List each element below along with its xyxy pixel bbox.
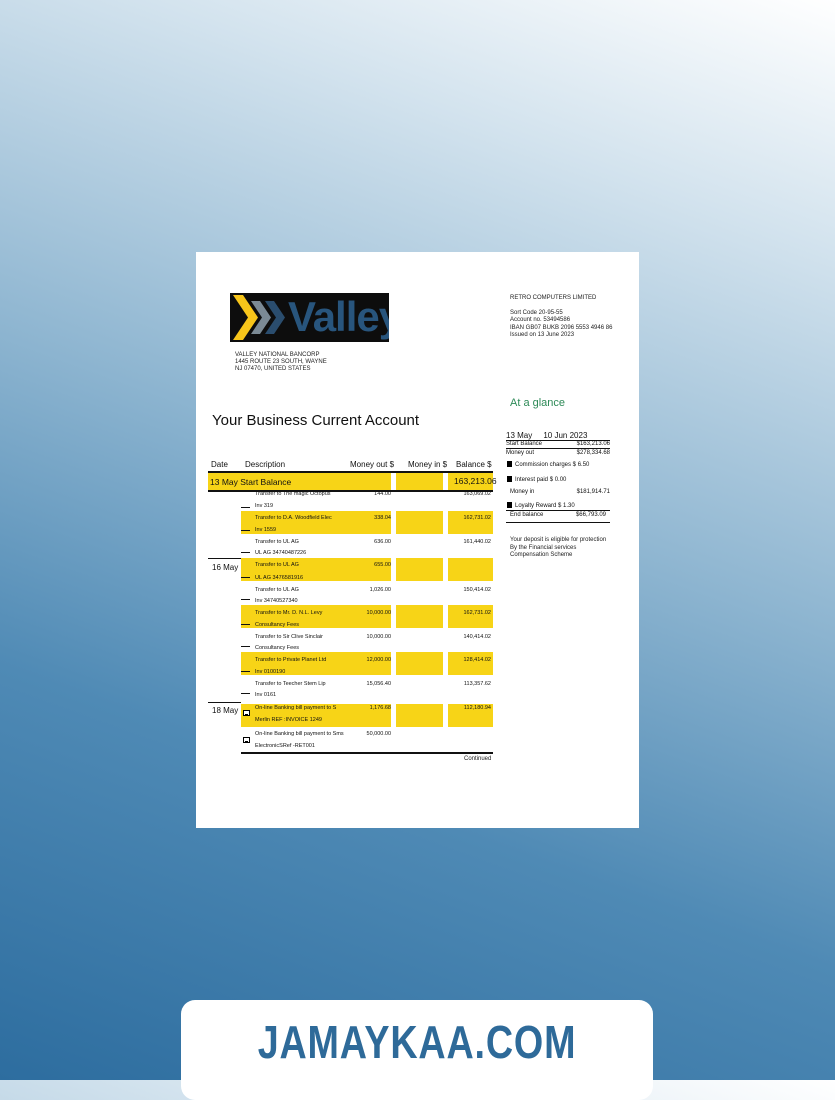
row-6-ref: Consultancy Fees	[255, 622, 300, 628]
iban: IBAN GB07 BUKB 2096 5553 4946 86	[510, 324, 613, 331]
row-7-desc: Transfer to Sir Clive Sinclair	[255, 634, 323, 640]
row-10-desc: On-line Banking bill payment to S	[255, 705, 337, 711]
row-9-bal: 113,357.62	[463, 681, 491, 687]
glance-money-out: Money out $278,334.68	[506, 450, 610, 456]
glance-loyalty: Loyalty Reward $ 1.30	[507, 502, 611, 509]
sort-code: Sort Code 20-95-55	[510, 309, 563, 316]
date-18-may: 18 May	[212, 706, 239, 715]
row-5-ref: Inv 34740527340	[255, 598, 298, 604]
row-7-bal: 140,414.02	[463, 634, 491, 640]
row-10-bal: 112,180.94	[463, 705, 491, 711]
bill-payment-icon	[243, 737, 250, 743]
start-balance-value: 163,213.06	[454, 476, 497, 486]
col-description: Description	[245, 460, 286, 469]
footer-banner: JAMAYKAA.COM	[181, 1000, 653, 1100]
bullet-square-icon	[507, 502, 512, 508]
valley-logo: Valley	[230, 293, 389, 342]
row-3-out: 636.00	[374, 539, 391, 545]
glance-end-balance: End balance $66,793.09	[510, 512, 606, 518]
row-2-desc: Transfer to D.A. Woodfield Elec	[255, 515, 332, 521]
row-8-desc: Transfer to Private Planet Ltd	[255, 657, 327, 663]
row-2-out: 338.04	[374, 515, 391, 521]
glance-interest: Interest paid $ 0.00	[507, 476, 611, 483]
account-number: Account no. 53494586	[510, 317, 571, 323]
row-3-desc: Transfer to UL AG	[255, 539, 299, 545]
row-6-out: 10,000.00	[366, 610, 391, 616]
row-1-desc: Transfer to The magic Octopus	[255, 491, 331, 497]
row-6-bal: 162,731.02	[463, 610, 491, 616]
glance-start-balance: Start Balance $163,213.06	[506, 441, 610, 447]
row-9-desc: Transfer to Teecher Stem Lip	[255, 681, 326, 687]
row-5-bal: 150,414.02	[463, 587, 491, 593]
row-1-out: 144.00	[374, 491, 391, 497]
row-3-ref: UL AG 34740487226	[255, 550, 307, 556]
row-11-ref: ElectronicSRef -RET001	[255, 743, 315, 749]
row-3-bal: 161,440.02	[463, 539, 491, 545]
glance-period: 13 May 10 Jun 2023	[506, 431, 588, 440]
col-balance: Balance $	[456, 460, 492, 469]
row-6-desc: Transfer to Mr. D. N.L. Levy	[255, 610, 323, 616]
row-7-out: 10,000.00	[366, 634, 391, 640]
col-date: Date	[211, 460, 228, 469]
row-4-ref: UL AG 3476581916	[255, 575, 304, 581]
bill-payment-icon	[243, 710, 250, 716]
row-11-out: 50,000.00	[366, 731, 391, 737]
row-10-ref: Merlin REF :INVOICE 1249	[255, 717, 322, 723]
row-1-bal: 163,069.02	[463, 491, 491, 497]
glance-commission: Commission charges $ 6.50	[507, 461, 611, 468]
bullet-square-icon	[507, 476, 512, 482]
row-7-ref: Consultancy Fees	[255, 645, 300, 651]
continued-label: Continued	[464, 756, 492, 762]
row-2-bal: 162,731.02	[463, 515, 491, 521]
col-money-out: Money out $	[350, 460, 395, 469]
row-2-ref: Inv 1559	[255, 527, 277, 533]
row-5-desc: Transfer to UL AG	[255, 587, 299, 593]
date-16-may: 16 May	[212, 563, 239, 572]
customer-name: RETRO COMPUTERS LIMITED	[510, 295, 597, 301]
bank-statement-page: Valley VALLEY NATIONAL BANCORP 1445 ROUT…	[196, 252, 639, 828]
row-8-out: 12,000.00	[366, 657, 391, 663]
logo-wordmark: Valley	[288, 293, 389, 340]
row-9-out: 15,056.40	[366, 681, 391, 687]
col-money-in: Money in $	[408, 460, 448, 469]
bank-address: VALLEY NATIONAL BANCORP 1445 ROUTE 23 SO…	[235, 352, 327, 372]
chevron-logo-icon	[233, 295, 285, 340]
row-10-out: 1,176.68	[369, 705, 391, 711]
row-4-desc: Transfer to UL AG	[255, 562, 299, 568]
customer-details: RETRO COMPUTERS LIMITED Sort Code 20-95-…	[510, 295, 630, 340]
issued-date: Issued on 13 June 2023	[510, 332, 575, 338]
page-title: Your Business Current Account	[212, 412, 420, 429]
protection-note: Your deposit is eligible for protection …	[510, 537, 607, 558]
row-4-out: 655.00	[374, 562, 391, 568]
row-1-ref: Inv 319	[255, 503, 274, 509]
row-8-bal: 128,414.02	[463, 657, 491, 663]
glance-money-in: Money in $181,914.71	[510, 489, 610, 495]
start-balance-label: 13 May Start Balance	[210, 477, 292, 487]
row-5-out: 1,026.00	[369, 587, 391, 593]
glance-heading: At a glance	[510, 397, 566, 409]
row-9-ref: Inv 0161	[255, 692, 277, 698]
row-11-desc: On-line Banking bill payment to Sms	[255, 731, 344, 737]
bullet-square-icon	[507, 461, 512, 467]
footer-brand: JAMAYKAA.COM	[257, 1016, 577, 1068]
row-8-ref: Inv 0100190	[255, 669, 286, 675]
